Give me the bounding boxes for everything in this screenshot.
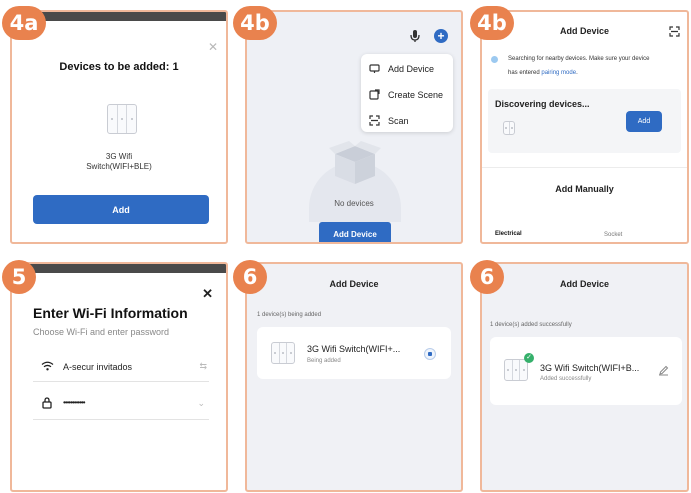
device-name: 3G Wifi Switch(WIFI+B... (540, 363, 640, 373)
searching-text: Searching for nearby devices. Make sure … (508, 56, 650, 62)
add-plus-icon[interactable]: + (434, 29, 448, 43)
menu-item-label: Create Scene (388, 89, 444, 100)
device-name: 3G Wifi Switch(WIFI+... (307, 344, 401, 354)
device-card[interactable]: 3G Wifi Switch(WIFI+... Being added (257, 327, 451, 379)
step-badge: 6 (233, 260, 267, 294)
step-badge: 4b (470, 6, 514, 40)
divider (482, 167, 687, 168)
close-icon[interactable]: ✕ (208, 40, 218, 54)
microphone-icon[interactable] (410, 29, 420, 43)
scan-icon (369, 115, 380, 126)
page-title: Add Device (329, 279, 379, 289)
loading-spinner-icon (424, 348, 436, 360)
step-badge: 5 (2, 260, 36, 294)
menu-item-label: Add Device (388, 63, 435, 74)
lock-icon (42, 397, 52, 409)
wifi-name: A-secur invitados (63, 362, 133, 372)
add-menu: Add Device Create Scene Scan (361, 54, 453, 132)
wifi-icon (41, 361, 54, 371)
period: . (576, 70, 578, 76)
add-button[interactable]: Add (33, 195, 209, 224)
success-check-icon: ✓ (524, 353, 534, 363)
home-screen: + Add Device Create Scene Scan No device… (245, 10, 463, 244)
password-field[interactable]: •••••••••••• ⌄ (33, 388, 209, 420)
dialog-title: Devices to be added: 1 (59, 61, 179, 73)
status-bar (12, 264, 226, 273)
wifi-select-field[interactable]: A-secur invitados ⇆ (33, 350, 209, 382)
switch-network-icon[interactable]: ⇆ (199, 361, 207, 372)
device-icon (369, 64, 380, 73)
page-title: Add Device (559, 279, 610, 289)
page-title: Enter Wi-Fi Information (33, 305, 188, 321)
devices-to-add-dialog: ✕ Devices to be added: 1 3G Wifi Switch(… (10, 10, 228, 244)
step-badge: 6 (470, 260, 504, 294)
status-line: 1 device(s) being added (257, 312, 322, 318)
empty-state-text: No devices (334, 199, 374, 208)
menu-item-create-scene[interactable]: Create Scene (369, 89, 443, 100)
empty-box-icon (329, 141, 381, 184)
category-electrical[interactable]: Electrical (495, 231, 522, 237)
status-line: 1 device(s) added successfully (490, 322, 572, 328)
searching-text-prefix: has entered (508, 70, 540, 76)
scene-icon (369, 89, 380, 100)
scan-icon[interactable] (669, 26, 680, 37)
add-device-button[interactable]: Add Device (319, 222, 391, 242)
menu-item-label: Scan (388, 115, 409, 126)
device-status: Added successfully (540, 376, 592, 382)
chevron-down-icon[interactable]: ⌄ (197, 398, 205, 409)
device-name: 3G Wifi (105, 152, 133, 161)
menu-item-scan[interactable]: Scan (369, 115, 409, 126)
discovering-card: Discovering devices... Add (488, 89, 681, 153)
switch-device-icon (271, 342, 295, 364)
device-status: Being added (307, 358, 341, 364)
discovering-label: Discovering devices... (495, 99, 590, 109)
step-badge: 4b (233, 6, 277, 40)
pairing-mode-link[interactable]: pairing mode (541, 70, 576, 76)
added-device-screen: Add Device 1 device(s) added successfull… (480, 262, 689, 492)
page-subtitle: Choose Wi-Fi and enter password (33, 327, 170, 337)
add-button[interactable]: Add (626, 111, 662, 132)
step-badge: 4a (2, 6, 46, 40)
switch-device-icon (503, 121, 515, 135)
wifi-info-screen: ✕ Enter Wi-Fi Information Choose Wi-Fi a… (10, 262, 228, 492)
edit-pencil-icon[interactable] (658, 365, 669, 376)
adding-device-screen: Add Device 1 device(s) being added 3G Wi… (245, 262, 463, 492)
add-manually-heading: Add Manually (555, 184, 614, 194)
switch-device-icon (107, 104, 137, 134)
category-socket[interactable]: Socket (604, 232, 622, 238)
menu-item-add-device[interactable]: Add Device (369, 63, 434, 74)
searching-text-line2: has entered pairing mode. (508, 70, 578, 76)
password-value: •••••••••••• (63, 398, 86, 407)
add-device-search-screen: Add Device Searching for nearby devices.… (480, 10, 689, 244)
device-name-line2: Switch(WIFI+BLE) (86, 162, 152, 171)
searching-indicator-icon (491, 56, 498, 63)
close-icon[interactable]: ✕ (202, 286, 213, 302)
switch-device-icon (504, 359, 528, 381)
device-card[interactable]: ✓ 3G Wifi Switch(WIFI+B... Added success… (490, 337, 682, 405)
